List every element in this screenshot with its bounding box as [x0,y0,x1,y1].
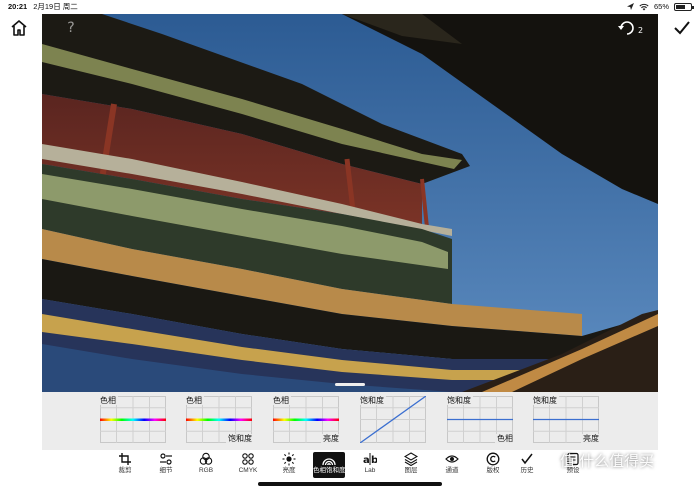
home-icon[interactable] [10,19,28,37]
history-icon [521,453,533,465]
curves-panel: 色相 色相 饱和度 色相 亮度 饱和度 饱和度 色相 饱和度 亮度 [42,392,658,450]
svg-text:?: ? [67,20,74,36]
wifi-icon [639,3,649,11]
status-bar: 20:21 2月19日 周二 65% [0,0,700,14]
help-icon[interactable]: ? [62,18,80,36]
battery-icon [674,3,694,11]
location-icon [626,3,634,10]
tool-button[interactable]: RGB [190,452,222,478]
home-indicator[interactable] [258,482,442,486]
photo-canvas[interactable] [42,14,658,392]
status-date: 2月19日 周二 [33,2,78,11]
channel-icon [445,455,459,463]
curve-top-label: 色相 [100,396,118,405]
tool-label: 色相饱和度 [313,467,346,474]
tool-button[interactable]: CMYK [232,452,264,478]
curve-top-label: 饱和度 [533,396,559,405]
rgb-icon [199,452,213,465]
tool-label: 裁剪 [118,467,132,474]
curve-bottom-label: 饱和度 [226,434,252,443]
tool-label: 通道 [445,467,459,474]
tool-label: 版权 [486,467,500,474]
tool-label: 图层 [404,467,418,474]
hue-saturation-icon [322,458,336,466]
tool-button[interactable]: 历史 [511,452,543,478]
photo-drag-handle[interactable] [335,383,365,386]
curve-bottom-label: 色相 [495,434,513,443]
brightness-icon [282,452,296,466]
tool-button[interactable]: a b Lab [354,452,386,478]
curve-top-label: 色相 [273,396,291,405]
curve-bottom-label: 亮度 [581,434,599,443]
top-bar: ? 2 [0,14,700,42]
tool-label: Lab [364,467,376,474]
curve-box[interactable]: 色相饱和度 [186,396,252,443]
curve-box[interactable]: 饱和度亮度 [533,396,599,443]
confirm-icon[interactable] [672,19,692,37]
tool-label: RGB [198,467,214,474]
crop-icon [119,453,131,465]
curve-top-label: 色相 [186,396,204,405]
tool-button[interactable]: 图层 [395,452,427,478]
tool-button[interactable]: 版权 [477,452,509,478]
layers-icon [404,452,418,466]
detail-icon [160,453,172,465]
battery-percent: 65% [653,2,669,11]
curve-top-label: 饱和度 [360,396,386,405]
curve-box[interactable]: 饱和度 [360,396,426,443]
palace-photo [42,14,658,392]
lab-icon: ab [363,453,377,466]
status-time: 20:21 [8,2,28,11]
copyright-icon [486,452,500,466]
curve-top-label: 饱和度 [447,396,473,405]
svg-text:2: 2 [638,26,643,35]
tool-button[interactable]: 细节 [150,452,182,478]
curve-box[interactable]: 色相 [100,396,166,443]
watermark: 值 什么值得买 [560,453,655,470]
tool-label: 亮度 [282,467,296,474]
tool-button[interactable]: 色相饱和度 [313,452,346,478]
svg-text:a: a [363,455,370,466]
cmyk-icon [242,453,254,465]
curve-box[interactable]: 色相亮度 [273,396,339,443]
tool-label: 历史 [520,467,534,474]
tool-label: 细节 [159,467,173,474]
svg-text:b: b [371,455,377,466]
curve-box[interactable]: 饱和度色相 [447,396,513,443]
tool-button[interactable]: 通道 [436,452,468,478]
curve-bottom-label: 亮度 [321,434,339,443]
undo-icon[interactable]: 2 [616,19,646,37]
tool-label: CMYK [238,467,258,474]
tool-button[interactable]: 裁剪 [109,452,141,478]
tool-button[interactable]: 亮度 [273,452,305,478]
